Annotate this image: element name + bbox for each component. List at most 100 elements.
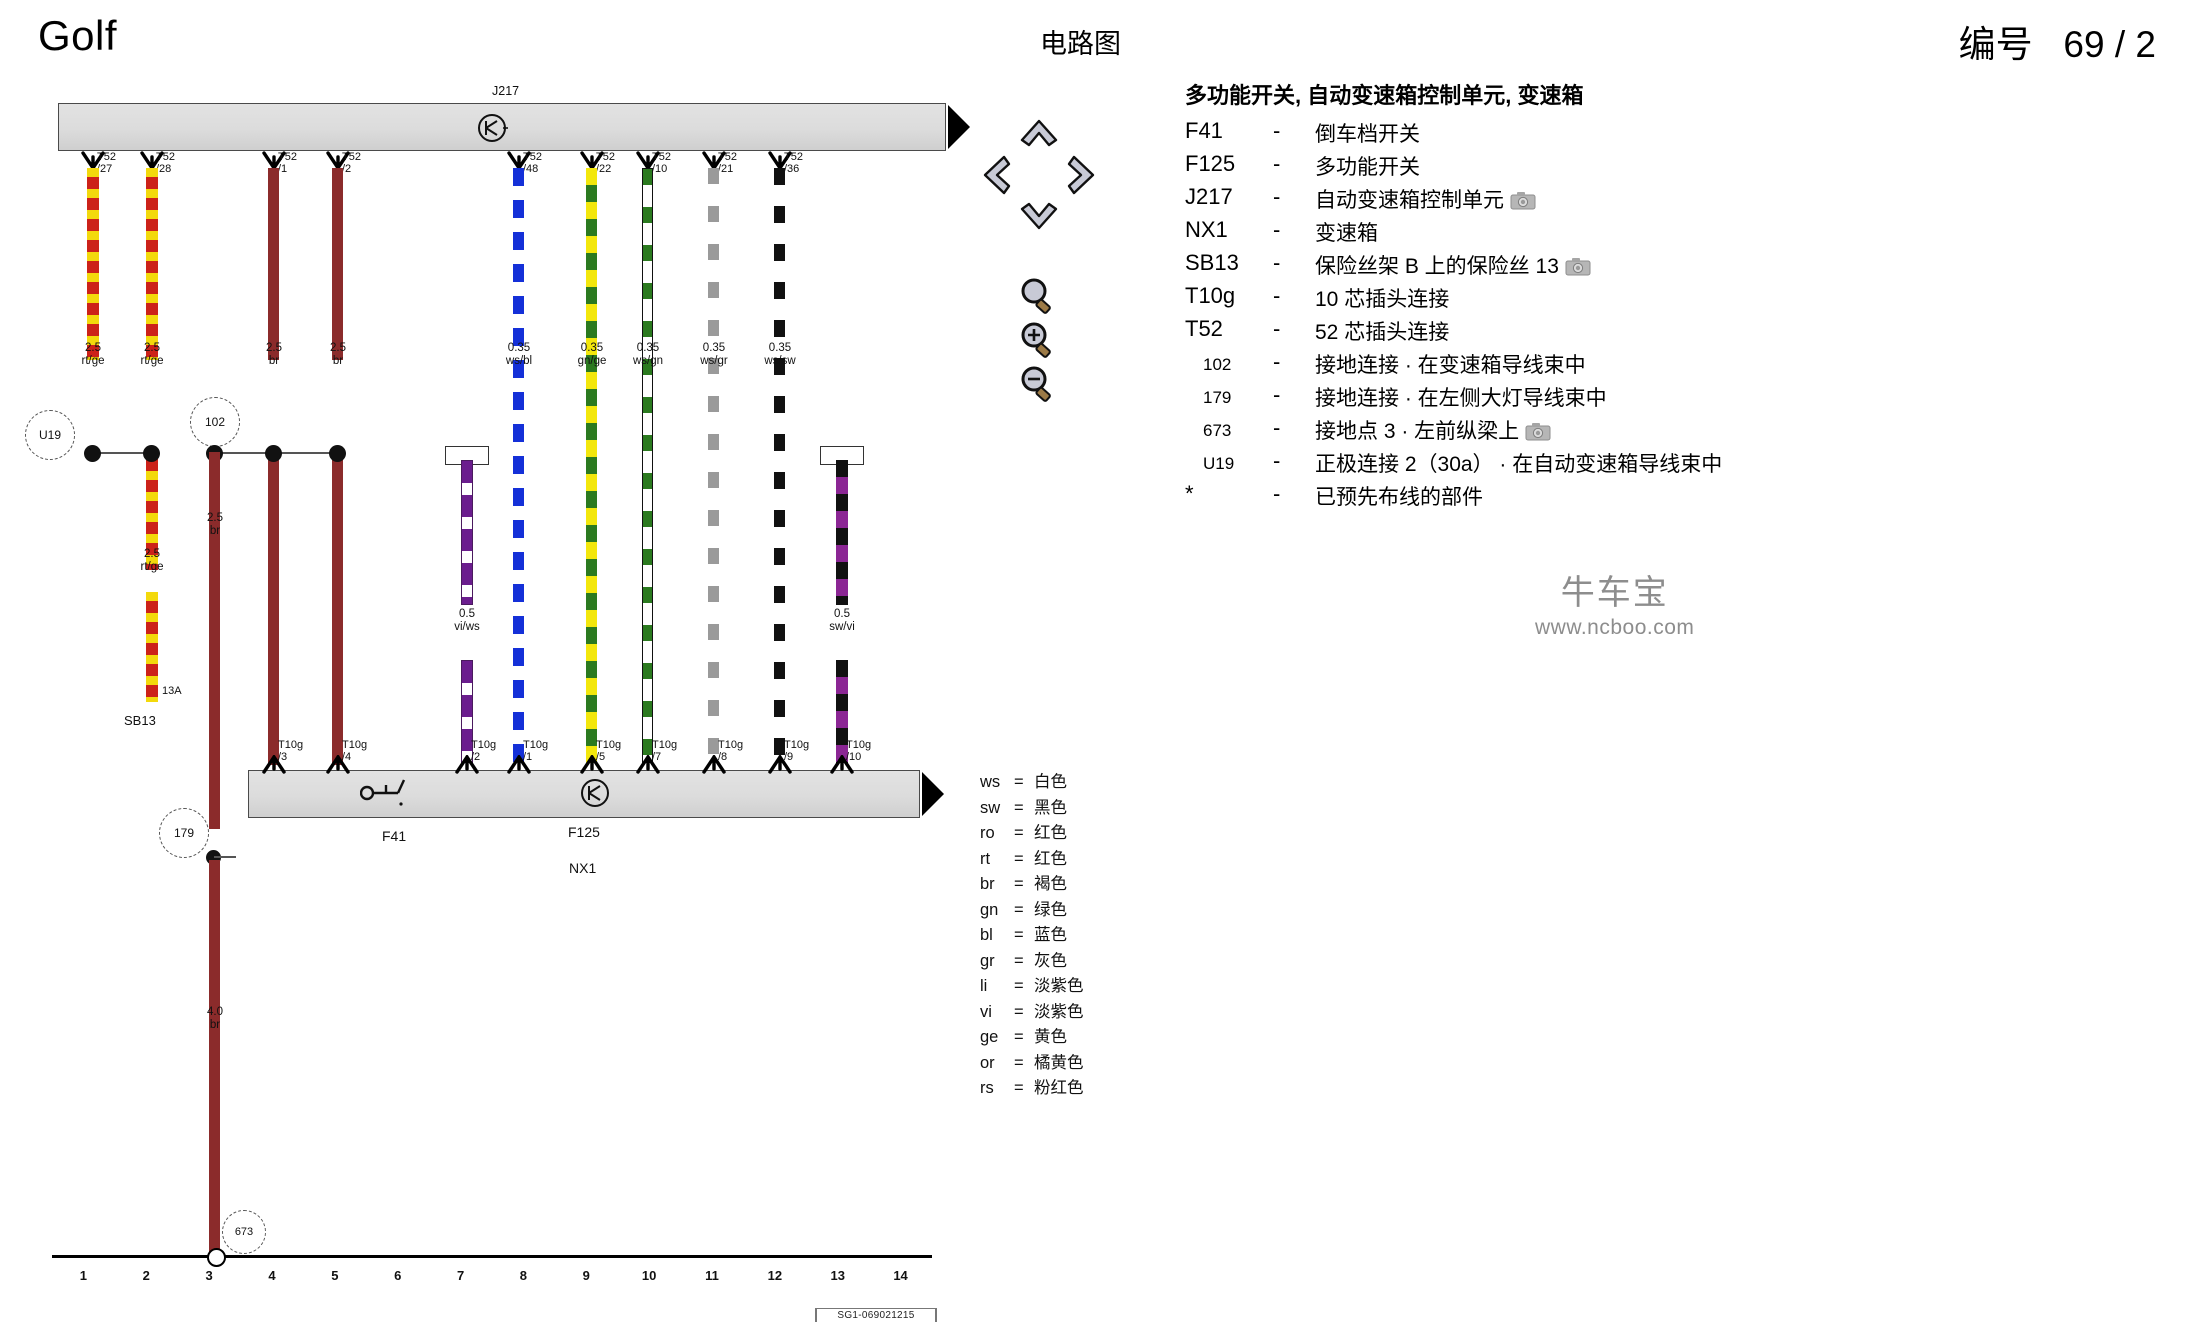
wire-t52-48 (513, 168, 524, 763)
legend-item-code: T52 (1185, 316, 1223, 341)
pan-down-icon[interactable] (1016, 194, 1062, 240)
sheet-number: 编号 69 / 2 (1959, 14, 2156, 68)
legend-item: 179 - 接地连接 · 在左侧大灯导线束中 (1185, 382, 2165, 412)
legend-item-code: F41 (1185, 118, 1223, 143)
wire-t52-2 (332, 168, 343, 360)
terminal-connector: T10g (652, 739, 678, 751)
terminal-connector: T52 (342, 151, 361, 163)
ref-label: 673 (234, 1226, 254, 1238)
rail-number: 10 (641, 1268, 657, 1283)
pan-left-icon[interactable] (972, 152, 1018, 198)
wire-vi-ws (461, 460, 473, 605)
color-key-name: 灰色 (1034, 951, 1067, 970)
terminal-pin: /2 (471, 751, 481, 763)
legend-item-description: 变速箱 (1315, 222, 1378, 245)
terminal-pin: /48 (523, 163, 539, 175)
color-key-equals: = (1014, 1079, 1024, 1097)
wire-color-code: gn/ge (577, 355, 607, 367)
color-key-equals: = (1014, 1028, 1024, 1046)
wire-gauge: 0.5 (834, 608, 850, 620)
legend-item-description: 接地连接 · 在变速箱导线束中 (1315, 354, 1586, 377)
branch-gauge: 4.0 (207, 1006, 223, 1018)
legend-item-dash: - (1273, 217, 1281, 242)
color-key-name: 黄色 (1034, 1028, 1067, 1046)
wire-gauge: 0.35 (702, 342, 726, 354)
terminal-pin: /3 (278, 751, 288, 763)
wire-gauge: 0.5 (459, 608, 475, 620)
color-key-equals: = (1014, 926, 1024, 944)
pan-up-icon[interactable] (1016, 110, 1062, 156)
wire-t52-1-lower (268, 450, 279, 765)
color-key-row: ws = 白色 (980, 770, 1084, 796)
terminal-connector: T10g (846, 739, 872, 751)
terminal-pin: /21 (718, 163, 734, 175)
rail-number: 13 (830, 1268, 845, 1283)
wire-gauge: 0.35 (507, 342, 531, 354)
terminal-pin: /7 (652, 751, 662, 763)
terminal-connector: T10g (718, 739, 744, 751)
junction-dot (143, 445, 160, 462)
wire-color-code: ws/bl (505, 355, 533, 367)
branch-color-code: rt/ge (140, 561, 164, 573)
zoom-fit-icon[interactable] (1018, 276, 1058, 316)
color-key-row: or = 橘黄色 (980, 1051, 1084, 1077)
terminal-connector: T10g (596, 739, 622, 751)
legend-item-dash: - (1273, 118, 1281, 143)
zoom-out-icon[interactable] (1018, 364, 1058, 404)
rail-number: 4 (268, 1268, 276, 1283)
pan-right-icon[interactable] (1060, 152, 1106, 198)
wire-t52-21 (708, 168, 719, 763)
wire-color-code: br (332, 355, 344, 367)
terminal-pin: /2 (342, 163, 352, 175)
color-key-name: 红色 (1034, 824, 1067, 842)
ref-circle-102[interactable]: 102 (190, 397, 240, 447)
legend-item: F125 - 多功能开关 (1185, 151, 2165, 181)
ref-circle-179[interactable]: 179 (159, 808, 209, 858)
color-key-row: bl = 蓝色 (980, 923, 1084, 949)
color-key-equals: = (1014, 1002, 1024, 1021)
color-key-abbr: rt (980, 849, 991, 868)
camera-icon[interactable] (1525, 422, 1551, 441)
color-key-abbr: gn (980, 900, 999, 919)
legend-item-description: 多功能开关 (1315, 156, 1420, 179)
terminal-connector: T52 (652, 151, 671, 163)
color-key-row: ro = 红色 (980, 821, 1084, 847)
wire-color-key: ws = 白色 sw = 黑色 ro = 红色 rt = 红色 br = 褐色 gn = 绿色 bl = 蓝色 gr = 灰色… (980, 770, 1084, 1102)
wire-color-code: ws/gn (632, 355, 664, 367)
watermark: 牛车宝 www.ncboo.com (1535, 565, 1694, 640)
zoom-in-icon[interactable] (1018, 320, 1058, 360)
legend-item-dash: - (1273, 184, 1281, 209)
wire-sw-vi (836, 460, 848, 605)
watermark-url: www.ncboo.com (1535, 616, 1695, 639)
color-key-abbr: br (980, 875, 995, 893)
ref-circle-u19[interactable]: U19 (25, 410, 75, 460)
ground-rail (52, 1255, 932, 1258)
page-title: Golf (38, 12, 118, 59)
color-key-equals: = (1014, 773, 1024, 791)
camera-icon[interactable] (1510, 191, 1536, 210)
color-key-row: vi = 淡紫色 (980, 1000, 1084, 1026)
rail-number: 8 (519, 1268, 528, 1283)
ref-label: U19 (38, 428, 61, 442)
branch-color-code: br (209, 525, 221, 537)
legend-item-dash: - (1273, 316, 1281, 341)
terminal-connector: T10g (342, 739, 368, 751)
legend-item-description: 已预先布线的部件 (1315, 486, 1483, 509)
wiring-diagram-canvas[interactable]: J217 T52 /27 2.5 rt/ge T52 /28 2.5 rt/ge… (0, 70, 970, 1322)
ref-circle-673[interactable]: 673 (222, 1210, 266, 1254)
junction-dot (84, 445, 101, 462)
ground-connection-node[interactable] (207, 1248, 226, 1267)
navigation-tool-palette[interactable] (960, 110, 1120, 510)
wire-gauge: 2.5 (266, 342, 282, 354)
legend-item-description: 10 芯插头连接 (1315, 288, 1450, 311)
terminal-pin: /1 (278, 163, 288, 175)
legend-item-description: 正极连接 2（30a） · 在自动变速箱导线束中 (1315, 453, 1723, 476)
terminal-connector: T52 (784, 151, 803, 163)
legend-item: J217 - 自动变速箱控制单元 (1185, 184, 2165, 214)
rail-number: 3 (205, 1268, 213, 1283)
rail-number: 12 (767, 1268, 783, 1283)
legend-item-code: F125 (1185, 151, 1236, 176)
terminal-pin: /36 (784, 163, 800, 175)
component-label-nx1: NX1 (569, 860, 597, 876)
camera-icon[interactable] (1565, 257, 1591, 276)
